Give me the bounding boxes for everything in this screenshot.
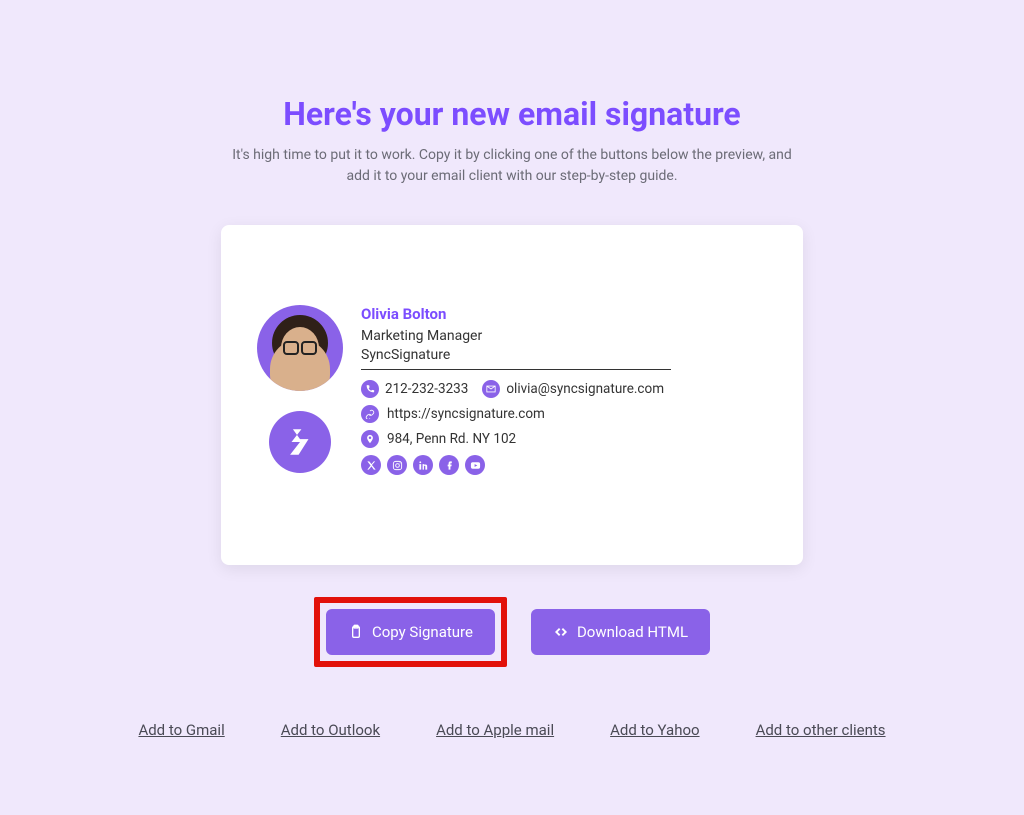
link-other-clients[interactable]: Add to other clients [756,721,886,739]
download-html-button[interactable]: Download HTML [531,609,710,655]
instagram-icon[interactable] [387,455,407,475]
company-logo [269,411,331,473]
action-buttons: Copy Signature Download HTML [314,597,710,667]
clipboard-icon [348,624,364,640]
copy-button-highlight: Copy Signature [314,597,507,667]
signature-company: SyncSignature [361,347,779,363]
website-value: https://syncsignature.com [387,406,545,422]
signature: Olivia Bolton Marketing Manager SyncSign… [245,305,779,475]
email-icon [482,380,500,398]
code-icon [553,624,569,640]
x-icon[interactable] [361,455,381,475]
copy-signature-button[interactable]: Copy Signature [326,609,495,655]
contact-row-address: 984, Penn Rd. NY 102 [361,430,779,448]
page-title: Here's your new email signature [283,95,740,133]
link-apple-mail[interactable]: Add to Apple mail [436,721,554,739]
linkedin-icon[interactable] [413,455,433,475]
avatar [257,305,343,391]
link-gmail[interactable]: Add to Gmail [138,721,224,739]
signature-role: Marketing Manager [361,328,779,344]
phone-value: 212-232-3233 [385,381,468,397]
download-button-label: Download HTML [577,623,688,641]
signature-images [245,305,355,475]
link-icon [361,405,379,423]
client-links: Add to Gmail Add to Outlook Add to Apple… [138,721,885,739]
signature-divider [361,369,671,370]
page-subtitle: It's high time to put it to work. Copy i… [232,145,792,187]
youtube-icon[interactable] [465,455,485,475]
link-outlook[interactable]: Add to Outlook [281,721,380,739]
facebook-icon[interactable] [439,455,459,475]
signature-details: Olivia Bolton Marketing Manager SyncSign… [355,305,779,475]
location-icon [361,430,379,448]
phone-icon [361,380,379,398]
social-icons [361,455,779,475]
signature-preview-card: Olivia Bolton Marketing Manager SyncSign… [221,225,803,565]
address-value: 984, Penn Rd. NY 102 [387,431,516,447]
contact-row-website: https://syncsignature.com [361,405,779,423]
signature-name: Olivia Bolton [361,305,779,323]
email-value: olivia@syncsignature.com [506,381,664,397]
contact-row-phone-email: 212-232-3233 olivia@syncsignature.com [361,380,779,398]
link-yahoo[interactable]: Add to Yahoo [610,721,699,739]
copy-button-label: Copy Signature [372,623,473,641]
